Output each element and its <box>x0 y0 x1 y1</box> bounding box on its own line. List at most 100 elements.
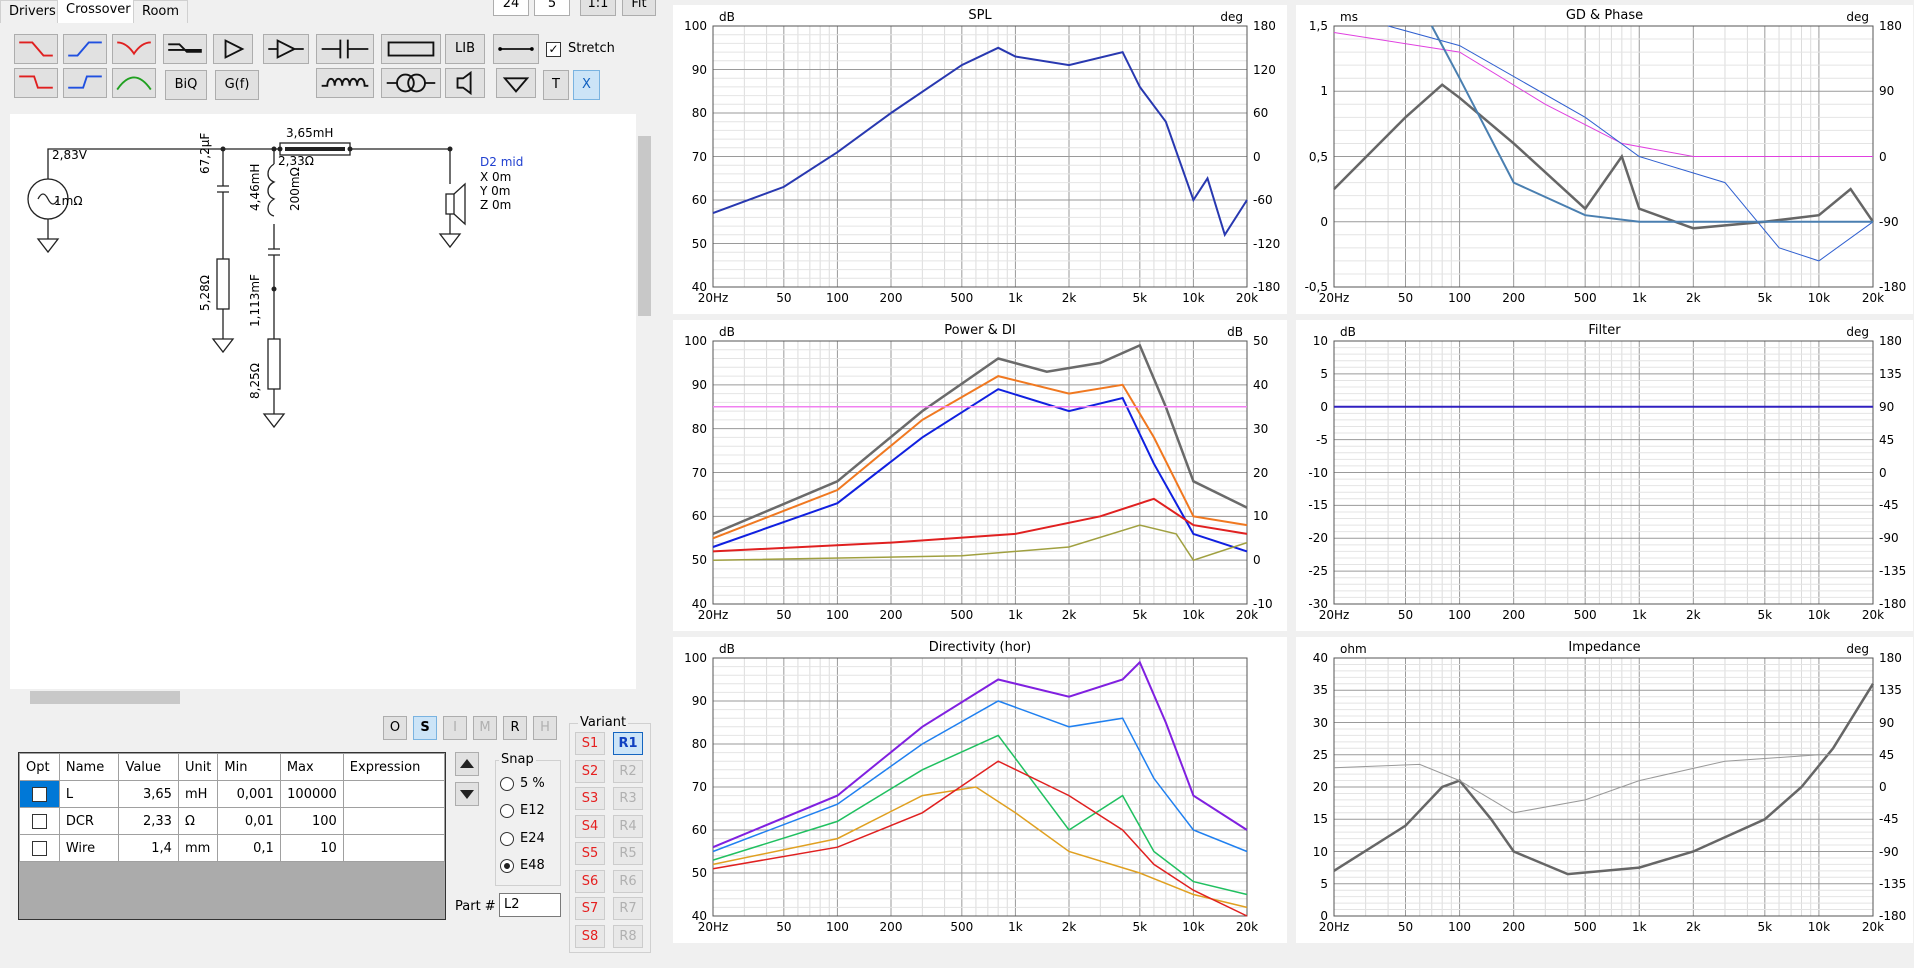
table-row[interactable]: L 3,65 mH 0,001 100000 <box>19 780 446 808</box>
variant-r8-button[interactable]: R8 <box>613 925 643 948</box>
opt-cell[interactable] <box>19 780 60 808</box>
unit-cell[interactable]: mH <box>177 780 219 808</box>
ground-icon[interactable] <box>496 68 536 98</box>
lowpass-small-button[interactable] <box>14 68 58 98</box>
table-row[interactable]: DCR 2,33 Ω 0,01 100 <box>19 807 446 835</box>
variant-r3-button[interactable]: R3 <box>613 787 643 810</box>
response-curve <box>712 660 1248 849</box>
variant-r7-button[interactable]: R7 <box>613 897 643 920</box>
gf-button[interactable]: G(f) <box>215 70 259 100</box>
move-down-button[interactable] <box>455 782 479 806</box>
chart-panel-dir[interactable]: Directivity (hor) 100 90 80 70 60 50 40 dB 20Hz 50… <box>673 637 1287 943</box>
field-a[interactable]: 24 <box>493 0 529 16</box>
x-tick-label: 20k <box>1861 291 1885 305</box>
shelf-button[interactable] <box>163 34 207 64</box>
schematic-vertical-scrollbar[interactable] <box>636 114 653 689</box>
r-button[interactable]: R <box>503 716 527 740</box>
chart-panel-gd[interactable]: GD & Phase 1,5 1 0,5 0 -0,5 180 90 0 -90 -180 ms deg… <box>1296 5 1913 314</box>
notch-red-button[interactable] <box>112 34 156 64</box>
min-cell[interactable]: 0,01 <box>217 807 281 835</box>
expression-cell[interactable] <box>342 807 446 835</box>
h-button[interactable]: H <box>533 716 557 740</box>
s-button[interactable]: S <box>413 716 437 740</box>
variant-s5-button[interactable]: S5 <box>575 842 605 865</box>
unit-cell[interactable]: Ω <box>177 807 219 835</box>
inductor-icon[interactable] <box>316 68 374 98</box>
expression-cell[interactable] <box>342 834 446 862</box>
unit-cell[interactable]: mm <box>177 834 219 862</box>
capacitor-icon[interactable] <box>316 34 374 64</box>
part-input[interactable]: L2 <box>499 893 561 917</box>
resistor-icon[interactable] <box>381 34 441 64</box>
snap-option-e24[interactable]: E24 <box>500 831 545 846</box>
text-button[interactable]: T <box>543 70 569 100</box>
biquad-button[interactable]: BiQ <box>165 70 207 100</box>
variant-r4-button[interactable]: R4 <box>613 815 643 838</box>
opt-cell[interactable] <box>19 834 60 862</box>
variant-s4-button[interactable]: S4 <box>575 815 605 838</box>
one-to-one-button[interactable]: 1:1 <box>580 0 616 16</box>
speaker-icon[interactable] <box>445 68 485 98</box>
min-cell[interactable]: 0,001 <box>217 780 281 808</box>
name-cell[interactable]: Wire <box>58 834 120 862</box>
min-cell[interactable]: 0,1 <box>217 834 281 862</box>
max-cell[interactable]: 100 <box>279 807 344 835</box>
tab-crossover[interactable]: Crossover <box>57 0 140 23</box>
value-cell[interactable]: 3,65 <box>118 780 179 808</box>
chart-panel-power[interactable]: Power & DI 100 90 80 70 60 50 40 50 40 30 20 10 0 -10 d… <box>673 320 1287 631</box>
tab-room[interactable]: Room <box>133 0 189 23</box>
i-button[interactable]: I <box>443 716 467 740</box>
left-unit-label: dB <box>719 642 735 656</box>
name-cell[interactable]: L <box>58 780 120 808</box>
variant-s8-button[interactable]: S8 <box>575 925 605 948</box>
chart-panel-imp[interactable]: Impedance 40 35 30 25 20 15 10 5 0 180 135 90 45 0 -45-… <box>1296 637 1913 943</box>
o-button[interactable]: O <box>383 716 407 740</box>
opt-checkbox[interactable] <box>31 786 47 802</box>
chart-panel-filter[interactable]: Filter 10 5 0 -5 -10 -15 -20 -25 -30 180 135 90 45 0 -4… <box>1296 320 1913 631</box>
variant-s1-button[interactable]: S1 <box>575 732 605 755</box>
snap-option-e12[interactable]: E12 <box>500 803 545 818</box>
field-b[interactable]: 5 <box>534 0 570 16</box>
tab-drivers[interactable]: Drivers <box>0 0 65 23</box>
opt-checkbox[interactable] <box>31 813 47 829</box>
table-row[interactable]: Wire 1,4 mm 0,1 10 <box>19 834 446 862</box>
highpass-blue-button[interactable] <box>63 34 107 64</box>
variant-r6-button[interactable]: R6 <box>613 870 643 893</box>
y2-tick-label: 60 <box>1253 106 1269 120</box>
m-button[interactable]: M <box>473 716 497 740</box>
library-button[interactable]: LIB <box>445 34 485 64</box>
schematic-canvas[interactable]: 2,83V 1mΩ 67,2µF 4,46mH 200mΩ 5,28Ω 1,11… <box>10 114 640 689</box>
max-cell[interactable]: 10 <box>279 834 344 862</box>
transformer-icon[interactable] <box>381 68 441 98</box>
snap-option-e48[interactable]: E48 <box>500 858 545 873</box>
name-cell[interactable]: DCR <box>58 807 120 835</box>
value-cell[interactable]: 1,4 <box>118 834 179 862</box>
wire-icon[interactable] <box>493 34 539 64</box>
variant-s2-button[interactable]: S2 <box>575 760 605 783</box>
y-tick-label: 60 <box>691 509 707 524</box>
highpass-small-button[interactable] <box>63 68 107 98</box>
close-x-button[interactable]: X <box>573 70 600 100</box>
value-cell[interactable]: 2,33 <box>118 807 179 835</box>
variant-r5-button[interactable]: R5 <box>613 842 643 865</box>
variant-s6-button[interactable]: S6 <box>575 870 605 893</box>
fit-button[interactable]: Fit <box>622 0 656 16</box>
variant-r1-button[interactable]: R1 <box>613 732 643 755</box>
bandpass-green-button[interactable] <box>112 68 156 98</box>
variant-s7-button[interactable]: S7 <box>575 897 605 920</box>
max-cell[interactable]: 100000 <box>279 780 344 808</box>
snap-option-5[interactable]: 5 % <box>500 776 545 791</box>
variant-s3-button[interactable]: S3 <box>575 787 605 810</box>
parameter-table[interactable]: Opt Name Value Unit Min Max Expression L… <box>18 752 446 920</box>
opt-cell[interactable] <box>19 807 60 835</box>
stretch-checkbox[interactable]: ✓ <box>546 42 561 57</box>
lowpass-red-button[interactable] <box>14 34 58 64</box>
schematic-horizontal-scrollbar[interactable] <box>10 689 640 706</box>
chart-panel-spl[interactable]: SPL 100 90 80 70 60 50 40 180 120 60 0 -60 -120 -180 dB… <box>673 5 1287 314</box>
variant-r2-button[interactable]: R2 <box>613 760 643 783</box>
opt-checkbox[interactable] <box>31 840 47 856</box>
amplifier-icon[interactable] <box>213 34 253 64</box>
opamp-icon[interactable] <box>263 34 309 64</box>
move-up-button[interactable] <box>455 752 479 776</box>
expression-cell[interactable] <box>342 780 446 808</box>
